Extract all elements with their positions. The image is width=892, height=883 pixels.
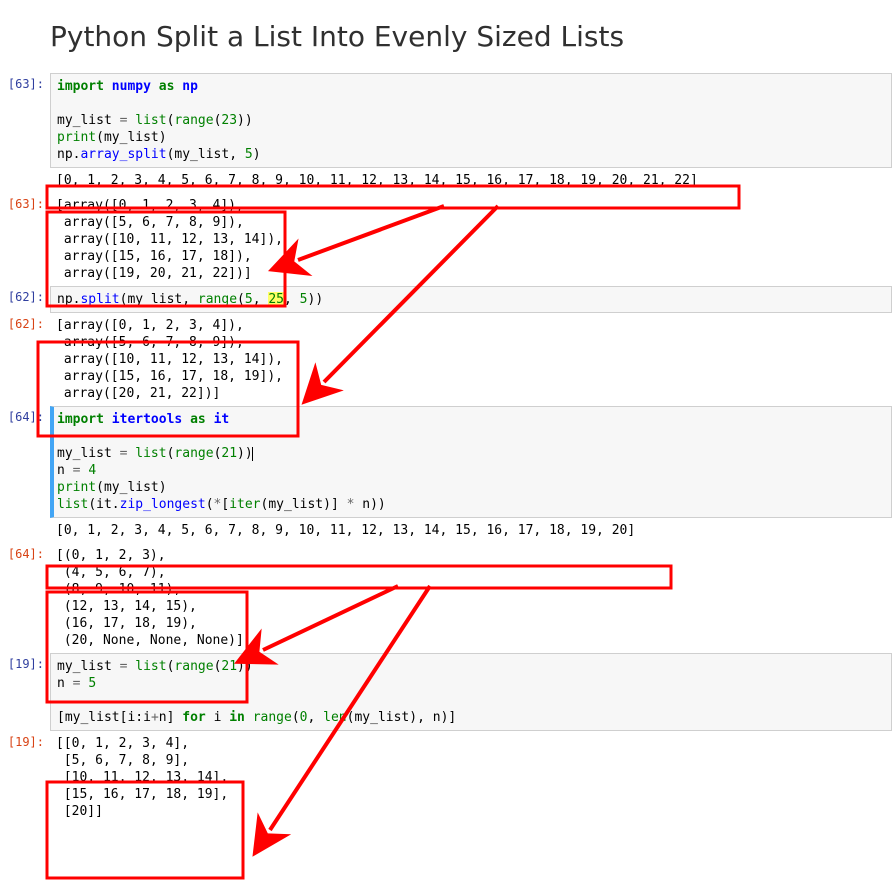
in-prompt: [63]: — [0, 73, 50, 168]
code-cell[interactable]: [64]:import itertools as it my_list = li… — [0, 406, 892, 518]
code-cell[interactable]: [19]:my_list = list(range(21)) n = 5 [my… — [0, 653, 892, 731]
notebook: [63]:import numpy as np my_list = list(r… — [0, 73, 892, 824]
code-cell[interactable]: [62]:np.split(my_list, range(5, 25, 5)) — [0, 286, 892, 313]
output-body: [array([0, 1, 2, 3, 4]), array([5, 6, 7,… — [50, 193, 892, 286]
out-prompt: [64]: — [0, 543, 50, 653]
output-cell: [63]:[array([0, 1, 2, 3, 4]), array([5, … — [0, 193, 892, 286]
output-body: [[0, 1, 2, 3, 4], [5, 6, 7, 8, 9], [10, … — [50, 731, 892, 824]
output-body: [0, 1, 2, 3, 4, 5, 6, 7, 8, 9, 10, 11, 1… — [50, 518, 892, 543]
code-body[interactable]: import numpy as np my_list = list(range(… — [50, 73, 892, 168]
code-cell[interactable]: [63]:import numpy as np my_list = list(r… — [0, 73, 892, 168]
out-prompt: [63]: — [0, 193, 50, 286]
output-cell: [64]:[(0, 1, 2, 3), (4, 5, 6, 7), (8, 9,… — [0, 543, 892, 653]
output-cell: [19]:[[0, 1, 2, 3, 4], [5, 6, 7, 8, 9], … — [0, 731, 892, 824]
in-prompt: [64]: — [0, 406, 50, 518]
stdout-cell: [0, 1, 2, 3, 4, 5, 6, 7, 8, 9, 10, 11, 1… — [0, 518, 892, 543]
code-body[interactable]: my_list = list(range(21)) n = 5 [my_list… — [50, 653, 892, 731]
output-cell: [62]:[array([0, 1, 2, 3, 4]), array([5, … — [0, 313, 892, 406]
code-body[interactable]: np.split(my_list, range(5, 25, 5)) — [50, 286, 892, 313]
in-prompt: [19]: — [0, 653, 50, 731]
stdout-cell: [0, 1, 2, 3, 4, 5, 6, 7, 8, 9, 10, 11, 1… — [0, 168, 892, 193]
page-title: Python Split a List Into Evenly Sized Li… — [50, 20, 892, 53]
out-prompt: [19]: — [0, 731, 50, 824]
output-body: [array([0, 1, 2, 3, 4]), array([5, 6, 7,… — [50, 313, 892, 406]
output-body: [(0, 1, 2, 3), (4, 5, 6, 7), (8, 9, 10, … — [50, 543, 892, 653]
in-prompt: [62]: — [0, 286, 50, 313]
code-body[interactable]: import itertools as it my_list = list(ra… — [50, 406, 892, 518]
out-prompt — [0, 518, 50, 543]
out-prompt: [62]: — [0, 313, 50, 406]
output-body: [0, 1, 2, 3, 4, 5, 6, 7, 8, 9, 10, 11, 1… — [50, 168, 892, 193]
out-prompt — [0, 168, 50, 193]
